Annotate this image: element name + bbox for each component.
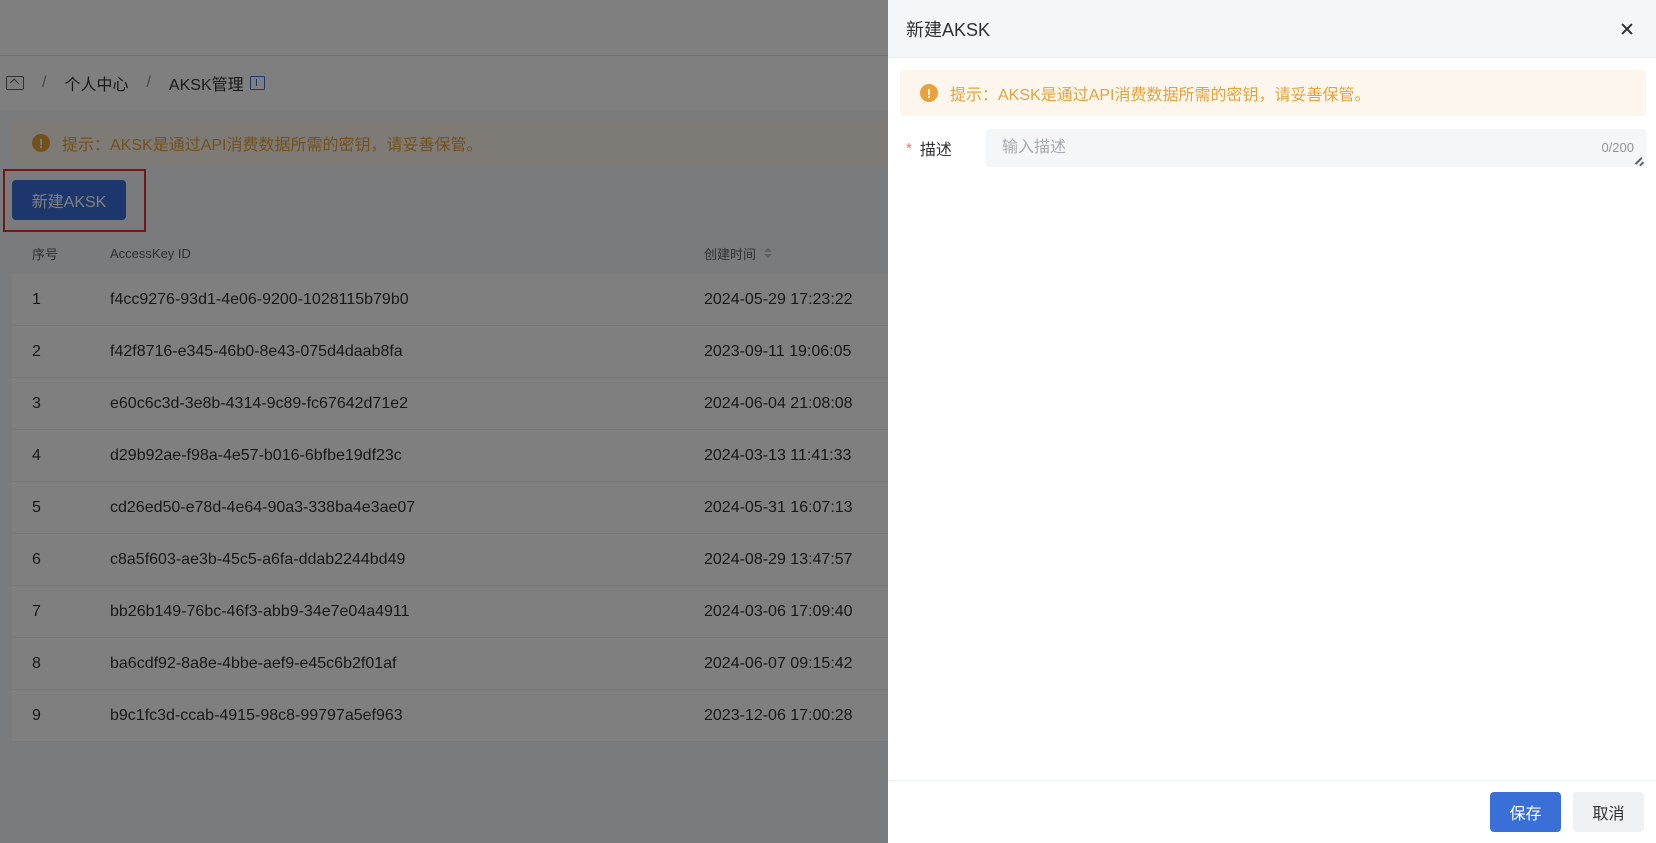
drawer-tip-text: 提示：AKSK是通过API消费数据所需的密钥，请妥善保管。: [950, 87, 1371, 104]
drawer-header: 新建AKSK: [888, 0, 1656, 58]
desc-form-row: * 描述 0/200: [906, 128, 1646, 168]
new-aksk-drawer: 新建AKSK ! 提示：AKSK是通过API消费数据所需的密钥，请妥善保管。 *…: [888, 0, 1656, 843]
desc-label-text: 描述: [919, 142, 952, 159]
desc-input-wrapper: 0/200: [986, 129, 1646, 167]
desc-input[interactable]: [986, 129, 1646, 167]
drawer-footer: 保存 取消: [888, 780, 1656, 843]
cancel-button[interactable]: 取消: [1573, 792, 1644, 832]
warning-icon: !: [920, 84, 938, 102]
required-mark: *: [906, 139, 912, 157]
save-button[interactable]: 保存: [1490, 792, 1561, 832]
desc-label: * 描述: [906, 136, 986, 160]
drawer-tip-alert: ! 提示：AKSK是通过API消费数据所需的密钥，请妥善保管。: [900, 70, 1646, 116]
resize-handle-icon[interactable]: [1635, 156, 1644, 165]
char-counter: 0/200: [1601, 140, 1634, 155]
close-icon[interactable]: [1616, 18, 1638, 40]
drawer-title: 新建AKSK: [906, 19, 991, 40]
